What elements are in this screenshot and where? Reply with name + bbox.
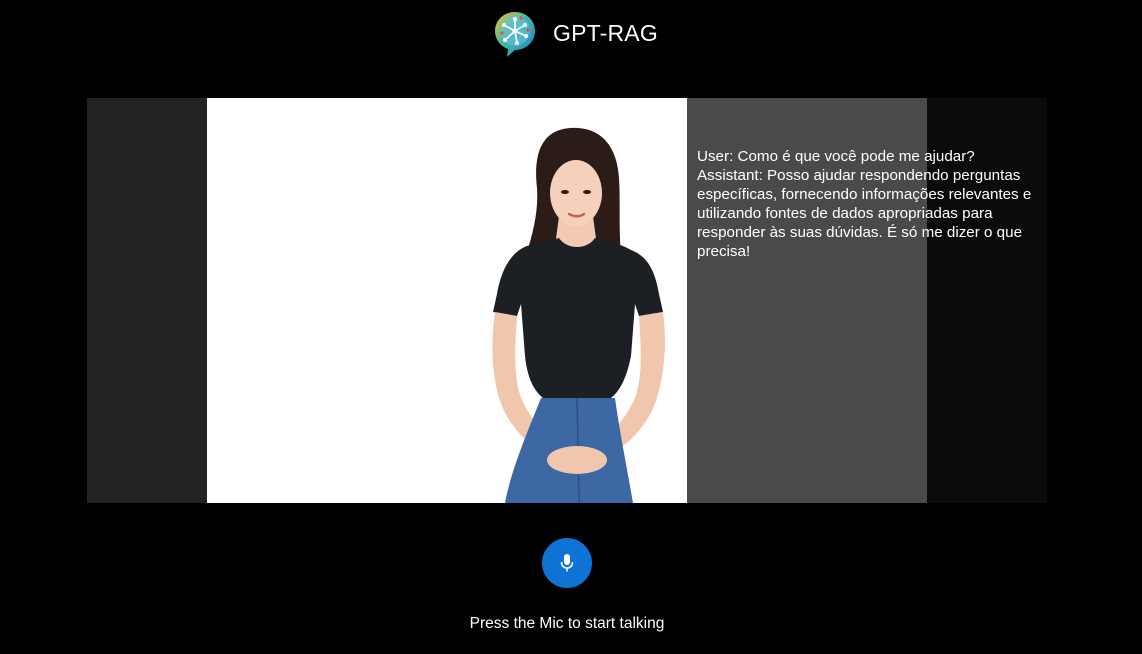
conversation-transcript: User: Como é que você pode me ajudar? As… bbox=[697, 147, 1043, 261]
app-header: GPT-RAG bbox=[0, 0, 1142, 68]
avatar-person-image bbox=[492, 127, 665, 503]
avatar-video bbox=[207, 98, 687, 503]
user-message: User: Como é que você pode me ajudar? bbox=[697, 148, 975, 165]
microphone-icon bbox=[560, 554, 574, 572]
mic-button[interactable] bbox=[542, 538, 592, 588]
chat-bubble-network-logo-icon bbox=[495, 12, 535, 57]
mic-hint-text: Press the Mic to start talking bbox=[469, 615, 665, 632]
app-title: GPT-RAG bbox=[553, 20, 658, 46]
assistant-message: Assistant: Posso ajudar respondendo perg… bbox=[697, 167, 1032, 260]
avatar-stage: User: Como é que você pode me ajudar? As… bbox=[87, 98, 1047, 503]
